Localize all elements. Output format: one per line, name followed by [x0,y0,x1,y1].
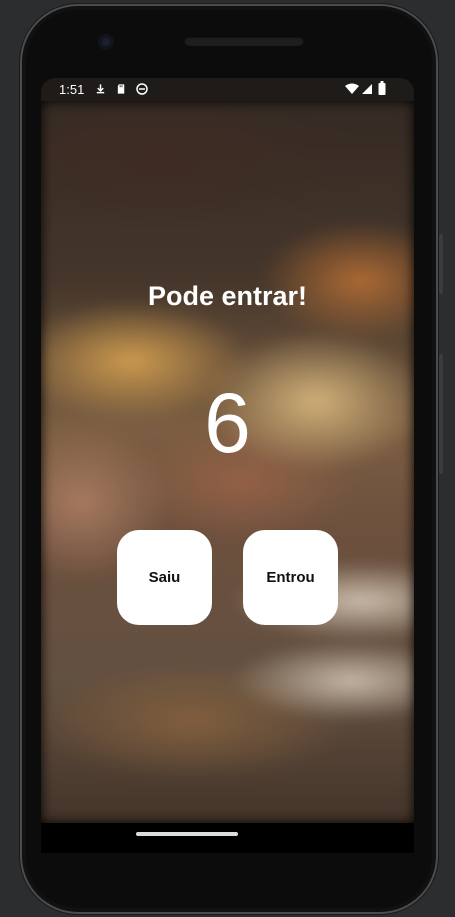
home-gesture-handle[interactable] [136,832,238,836]
power-button [439,234,443,294]
exited-button-label: Saiu [148,569,181,586]
volume-button [439,354,443,474]
download-icon [96,84,105,94]
status-time: 1:51 [59,82,85,97]
entered-button[interactable]: Entrou [243,530,338,625]
status-headline: Pode entrar! [147,281,308,311]
signal-icon [362,84,372,94]
device-screen: 1:51 Pode entrar! 6 Saiu Entrou [41,78,414,853]
wifi-icon [345,83,359,94]
people-counter: 6 [204,376,251,470]
sd-card-icon [117,84,125,94]
front-camera [100,36,112,48]
earpiece-speaker [184,36,304,46]
battery-icon [378,81,386,95]
app-notification-icon [136,83,148,95]
entered-button-label: Entrou [266,569,315,586]
exited-button[interactable]: Saiu [117,530,212,625]
navigation-bar [41,823,414,853]
status-bar: 1:51 [41,78,414,101]
